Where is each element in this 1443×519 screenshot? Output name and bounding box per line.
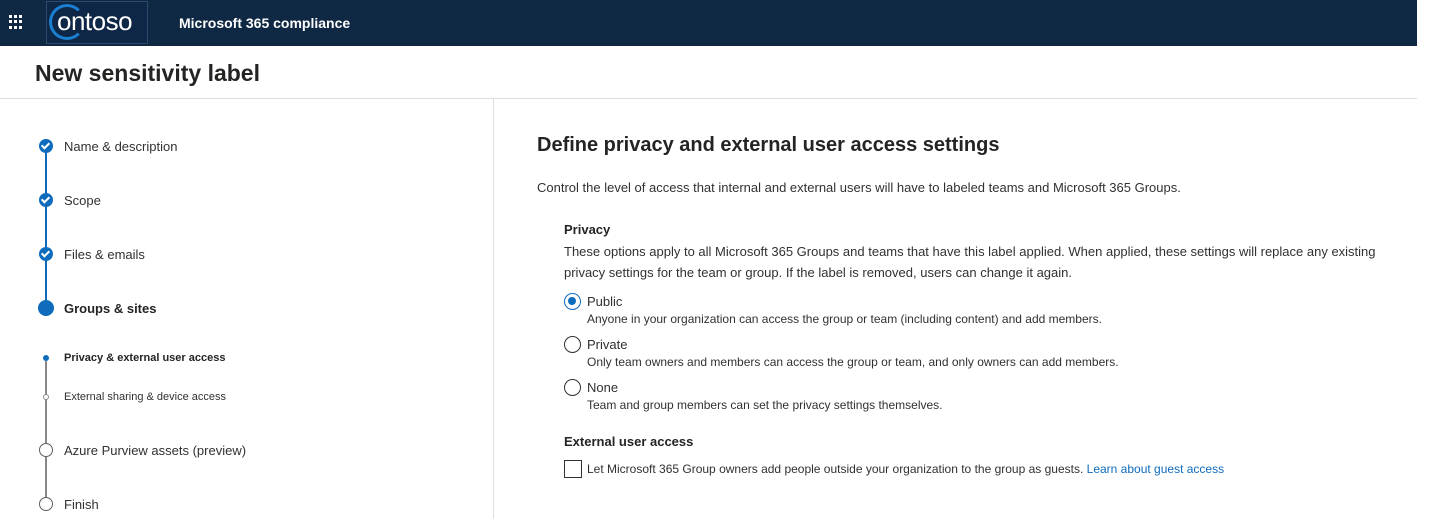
substep-pending-icon bbox=[43, 394, 49, 400]
section-description: Control the level of access that interna… bbox=[537, 180, 1181, 195]
step-current-icon bbox=[38, 300, 54, 316]
top-bar: ontoso Microsoft 365 compliance bbox=[0, 0, 1417, 46]
privacy-public-radio[interactable] bbox=[564, 293, 581, 310]
page-title: New sensitivity label bbox=[35, 60, 260, 86]
logo-text: ontoso bbox=[57, 6, 133, 36]
privacy-public-label[interactable]: Public bbox=[587, 294, 622, 309]
substep-privacy-external-access[interactable]: Privacy & external user access bbox=[64, 352, 225, 364]
progress-line-done bbox=[45, 152, 47, 308]
app-title[interactable]: Microsoft 365 compliance bbox=[179, 15, 350, 31]
privacy-private-description: Only team owners and members can access … bbox=[587, 355, 1119, 369]
step-azure-purview-assets[interactable]: Azure Purview assets (preview) bbox=[64, 443, 246, 458]
progress-line-todo bbox=[45, 361, 47, 504]
step-pending-icon bbox=[39, 497, 53, 511]
guest-access-text: Let Microsoft 365 Group owners add peopl… bbox=[587, 462, 1084, 476]
privacy-description: These options apply to all Microsoft 365… bbox=[564, 244, 1376, 280]
privacy-none-label[interactable]: None bbox=[587, 380, 618, 395]
contoso-logo[interactable]: ontoso bbox=[46, 1, 148, 44]
privacy-none-description: Team and group members can set the priva… bbox=[587, 398, 943, 412]
guest-access-checkbox[interactable] bbox=[564, 460, 582, 478]
step-complete-icon bbox=[39, 247, 53, 261]
header-divider bbox=[0, 98, 1417, 99]
privacy-private-label[interactable]: Private bbox=[587, 337, 627, 352]
step-groups-sites[interactable]: Groups & sites bbox=[64, 301, 156, 316]
guest-access-label[interactable]: Let Microsoft 365 Group owners add peopl… bbox=[587, 462, 1224, 476]
step-scope[interactable]: Scope bbox=[64, 193, 101, 208]
privacy-none-radio[interactable] bbox=[564, 379, 581, 396]
step-complete-icon bbox=[39, 193, 53, 207]
app-launcher-icon[interactable] bbox=[9, 15, 23, 29]
privacy-title: Privacy bbox=[564, 222, 611, 237]
learn-guest-access-link[interactable]: Learn about guest access bbox=[1087, 462, 1224, 476]
substep-external-sharing-device-access[interactable]: External sharing & device access bbox=[64, 391, 226, 403]
section-heading: Define privacy and external user access … bbox=[537, 134, 1000, 156]
privacy-private-radio[interactable] bbox=[564, 336, 581, 353]
step-complete-icon bbox=[39, 139, 53, 153]
step-files-emails[interactable]: Files & emails bbox=[64, 247, 145, 262]
panel-divider bbox=[493, 99, 494, 519]
privacy-public-description: Anyone in your organization can access t… bbox=[587, 312, 1102, 326]
step-pending-icon bbox=[39, 443, 53, 457]
step-finish[interactable]: Finish bbox=[64, 497, 99, 512]
substep-current-icon bbox=[43, 355, 49, 361]
external-access-title: External user access bbox=[564, 434, 694, 449]
step-name-description[interactable]: Name & description bbox=[64, 139, 177, 154]
